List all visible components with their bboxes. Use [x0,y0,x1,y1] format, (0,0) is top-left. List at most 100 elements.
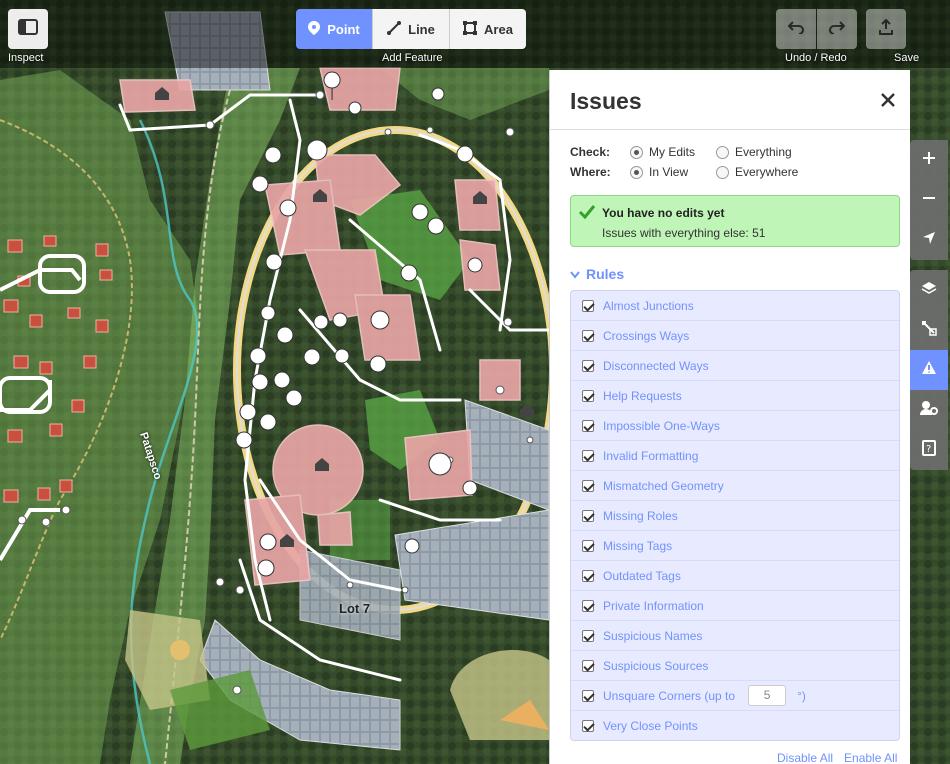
rule-missing-tags[interactable]: Missing Tags [571,531,899,561]
background-layers-button[interactable] [910,270,948,310]
rule-label: Suspicious Sources [603,658,709,673]
rule-checkbox[interactable] [582,479,594,492]
where-label: Where: [570,165,611,179]
line-icon [387,20,402,38]
user-gear-icon [920,400,938,421]
geolocate-button[interactable] [910,220,948,260]
rule-checkbox[interactable] [582,689,594,702]
disable-all-link[interactable]: Disable All [777,751,833,764]
rule-unsquare-corners[interactable]: Unsquare Corners (up to 5 °) [571,681,899,711]
save-button[interactable] [866,9,906,49]
rule-checkbox[interactable] [582,299,594,312]
close-icon [876,93,900,116]
rule-label: Missing Roles [603,508,678,523]
help-button[interactable]: ? [910,430,948,470]
no-issues-detail: Issues with everything else: 51 [602,226,766,240]
redo-button[interactable] [817,9,857,49]
rule-very-close-points[interactable]: Very Close Points [571,711,899,740]
rule-label: Almost Junctions [603,298,694,313]
where-everywhere-radio[interactable]: Everywhere [716,165,802,179]
add-feature-caption: Add Feature [382,52,443,64]
radio-indicator [630,165,643,179]
issues-button[interactable] [910,350,948,390]
rule-almost-junctions[interactable]: Almost Junctions [571,291,899,321]
add-area-button[interactable]: Area [450,9,526,49]
rule-checkbox[interactable] [582,629,594,642]
help-book-icon: ? [922,439,936,461]
radio-label: Everywhere [735,165,799,179]
warning-icon [921,360,937,380]
rule-private-information[interactable]: Private Information [571,591,899,621]
check-everything-radio[interactable]: Everything [716,145,802,159]
rule-label: Impossible One-Ways [603,418,720,433]
rule-invalid-formatting[interactable]: Invalid Formatting [571,441,899,471]
rule-outdated-tags[interactable]: Outdated Tags [571,561,899,591]
svg-text:?: ? [926,444,931,455]
radio-label: Everything [735,145,792,159]
close-button[interactable] [876,88,900,112]
rule-help-requests[interactable]: Help Requests [571,381,899,411]
rule-impossible-oneways[interactable]: Impossible One-Ways [571,411,899,441]
upload-icon [878,18,894,40]
rule-checkbox[interactable] [582,599,594,612]
rules-toggle[interactable]: Rules [570,266,624,282]
rule-label: Invalid Formatting [603,448,699,463]
zoom-in-button[interactable] [910,140,948,180]
top-toolbar: Inspect Point Line Area Add Feature Undo… [0,0,950,68]
rules-list: Almost Junctions Crossings Ways Disconne… [570,290,900,741]
map-data-icon [921,320,937,341]
rule-checkbox[interactable] [582,359,594,372]
radio-indicator [716,145,729,159]
rule-mismatched-geometry[interactable]: Mismatched Geometry [571,471,899,501]
rule-label: Very Close Points [603,719,698,733]
rule-checkbox[interactable] [582,419,594,432]
radio-label: In View [649,165,689,179]
rule-checkbox[interactable] [582,509,594,522]
save-caption: Save [894,52,920,64]
check-my-edits-radio[interactable]: My Edits [630,145,716,159]
bulk-actions: Disable All Enable All [777,751,897,764]
no-issues-box: You have no edits yet Issues with everyt… [570,195,900,247]
inspect-button[interactable] [8,9,48,49]
redo-icon [829,20,846,39]
rule-checkbox[interactable] [582,720,594,732]
area-icon [463,20,478,38]
undo-button[interactable] [776,9,816,49]
issues-header: Issues [550,70,910,130]
where-row: Where: In View Everywhere [570,162,802,182]
issues-pane: Issues Check: My Edits Everything Where:… [549,70,910,764]
undo-icon [787,20,804,39]
unsquare-degrees-input[interactable]: 5 [748,685,787,706]
preferences-button[interactable] [910,390,948,430]
radio-indicator [716,165,729,179]
rule-suspicious-sources[interactable]: Suspicious Sources [571,651,899,681]
sidebar-toggle-icon [18,18,38,40]
issue-options: Check: My Edits Everything Where: In Vie… [570,142,802,182]
rule-crossings-ways[interactable]: Crossings Ways [571,321,899,351]
unsquare-suffix: °) [797,688,806,703]
rule-checkbox[interactable] [582,539,594,552]
rule-disconnected-ways[interactable]: Disconnected Ways [571,351,899,381]
add-line-button[interactable]: Line [373,9,450,49]
enable-all-link[interactable]: Enable All [844,751,897,764]
check-label: Check: [570,145,611,159]
rule-checkbox[interactable] [582,389,594,402]
inspect-caption: Inspect [8,52,44,64]
rule-checkbox[interactable] [582,659,594,672]
undo-redo-caption: Undo / Redo [785,52,847,64]
chevron-down-icon [570,266,580,282]
rule-missing-roles[interactable]: Missing Roles [571,501,899,531]
rule-checkbox[interactable] [582,329,594,342]
map-data-button[interactable] [910,310,948,350]
check-row: Check: My Edits Everything [570,142,802,162]
rule-checkbox[interactable] [582,569,594,582]
point-icon [308,20,321,38]
rule-suspicious-names[interactable]: Suspicious Names [571,621,899,651]
rule-checkbox[interactable] [582,449,594,462]
where-in-view-radio[interactable]: In View [630,165,716,179]
rule-label: Disconnected Ways [603,358,709,373]
plus-icon [922,151,936,170]
zoom-out-button[interactable] [910,180,948,220]
add-point-button[interactable]: Point [296,9,373,49]
rule-label: Outdated Tags [603,568,681,583]
